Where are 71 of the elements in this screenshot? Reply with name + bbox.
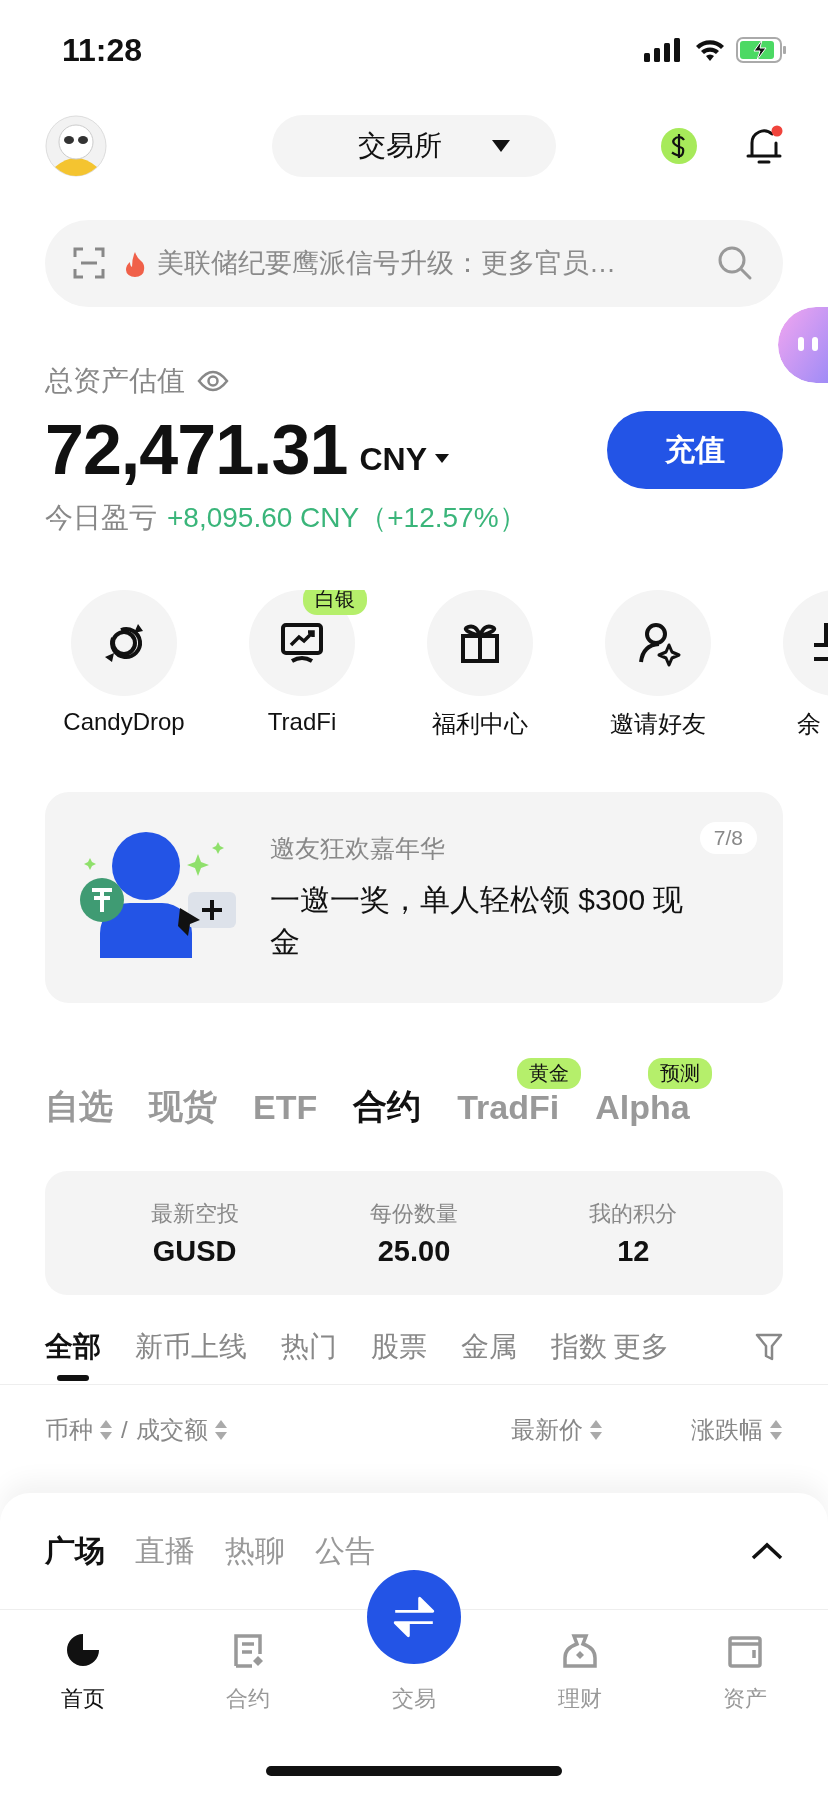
banner-title: 邀友狂欢嘉年华: [270, 833, 446, 864]
search-icon[interactable]: [717, 245, 753, 281]
battery-icon: [736, 37, 788, 63]
filter-icon[interactable]: [755, 1331, 783, 1362]
chevron-up-icon[interactable]: [751, 1542, 783, 1560]
tier-badge: 白银: [303, 590, 367, 615]
caret-down-icon[interactable]: [435, 453, 449, 463]
nav-tab[interactable]: 理财: [496, 1610, 663, 1728]
category-tab[interactable]: 金属: [461, 1309, 517, 1384]
category-tab[interactable]: 新币上线: [135, 1309, 247, 1384]
caret-down-icon: [492, 140, 510, 152]
market-tab[interactable]: ETF: [253, 1087, 318, 1127]
market-tab[interactable]: Alpha: [595, 1087, 690, 1127]
shortcut-label: TradFi: [267, 708, 337, 736]
scan-icon[interactable]: [73, 247, 105, 279]
banner-text: 一邀一奖，单人轻松领 $300 现金: [270, 882, 685, 960]
column-header[interactable]: 最新价: [511, 1414, 583, 1446]
category-tab[interactable]: 热门: [281, 1309, 337, 1384]
feed-tab[interactable]: 热聊: [225, 1530, 285, 1572]
category-tab[interactable]: 股票: [371, 1309, 427, 1384]
wifi-icon: [694, 38, 726, 62]
market-tab[interactable]: 自选: [45, 1084, 113, 1130]
total-balance: 72,471.31: [45, 410, 348, 490]
deposit-button[interactable]: 充值: [607, 411, 783, 489]
tab-badge: 预测: [647, 1057, 712, 1089]
category-tab[interactable]: 全部: [45, 1309, 101, 1384]
assistant-bubble-icon[interactable]: [778, 307, 828, 383]
market-tab[interactable]: 合约: [353, 1084, 422, 1130]
page-indicator: 7/8: [699, 822, 757, 854]
tab-badge: 黄金: [517, 1057, 582, 1089]
promo-banner[interactable]: 邀友狂欢嘉年华 一邀一奖，单人轻松领 $300 现金 7/8: [45, 792, 783, 1003]
avatar-icon: [45, 115, 107, 177]
stat-value: 25.00: [377, 1234, 451, 1268]
eye-icon[interactable]: [197, 370, 229, 392]
stat-value: 12: [617, 1234, 650, 1268]
nav-tab[interactable]: 首页: [0, 1610, 166, 1728]
pnl-label: 今日盈亏: [45, 501, 157, 535]
currency-label[interactable]: CNY: [359, 440, 427, 478]
nav-tab[interactable]: 合约: [165, 1610, 332, 1728]
stat-label: 我的积分: [589, 1199, 678, 1228]
feed-tab[interactable]: 广场: [45, 1530, 105, 1572]
swap-icon: [364, 1570, 464, 1664]
feed-tab[interactable]: 直播: [135, 1530, 195, 1572]
flame-icon: [125, 251, 145, 277]
pnl-value: +8,095.60 CNY（+12.57%）: [167, 501, 527, 535]
search-field[interactable]: 美联储纪要鹰派信号升级：更多官员…: [45, 220, 783, 307]
nav-tab[interactable]: 交易: [331, 1570, 497, 1728]
column-separator: /: [121, 1416, 128, 1444]
dollar-coin-icon[interactable]: [661, 128, 697, 164]
market-tab[interactable]: 现货: [149, 1084, 217, 1130]
shortcut-label: 邀请好友: [610, 709, 706, 739]
shortcut-label: CandyDrop: [63, 708, 185, 736]
stat-label: 最新空投: [150, 1199, 239, 1228]
feed-tab[interactable]: 公告: [315, 1530, 375, 1572]
status-time: 11:28: [62, 31, 143, 69]
airdrop-card[interactable]: 最新空投 GUSD 每份数量 25.00 我的积分 12: [45, 1171, 783, 1295]
column-header[interactable]: 币种: [45, 1414, 93, 1446]
stat-value: GUSD: [152, 1234, 237, 1268]
bell-icon[interactable]: [745, 125, 783, 167]
exchange-selector[interactable]: 交易所: [272, 115, 556, 177]
tab-underline: [57, 1375, 89, 1381]
column-header[interactable]: 成交额: [135, 1414, 208, 1446]
column-header[interactable]: 涨跌幅: [691, 1414, 763, 1446]
more-button[interactable]: 更多: [613, 1327, 669, 1366]
category-tab[interactable]: 指数: [551, 1309, 607, 1384]
market-tab[interactable]: TradFi: [457, 1087, 560, 1127]
shortcut-label: 福利中心: [432, 709, 528, 739]
nav-tab[interactable]: 资产: [662, 1610, 828, 1728]
asset-label: 总资产估值: [45, 364, 185, 398]
stat-label: 每份数量: [370, 1199, 458, 1228]
shortcut-label: 余: [797, 709, 821, 739]
